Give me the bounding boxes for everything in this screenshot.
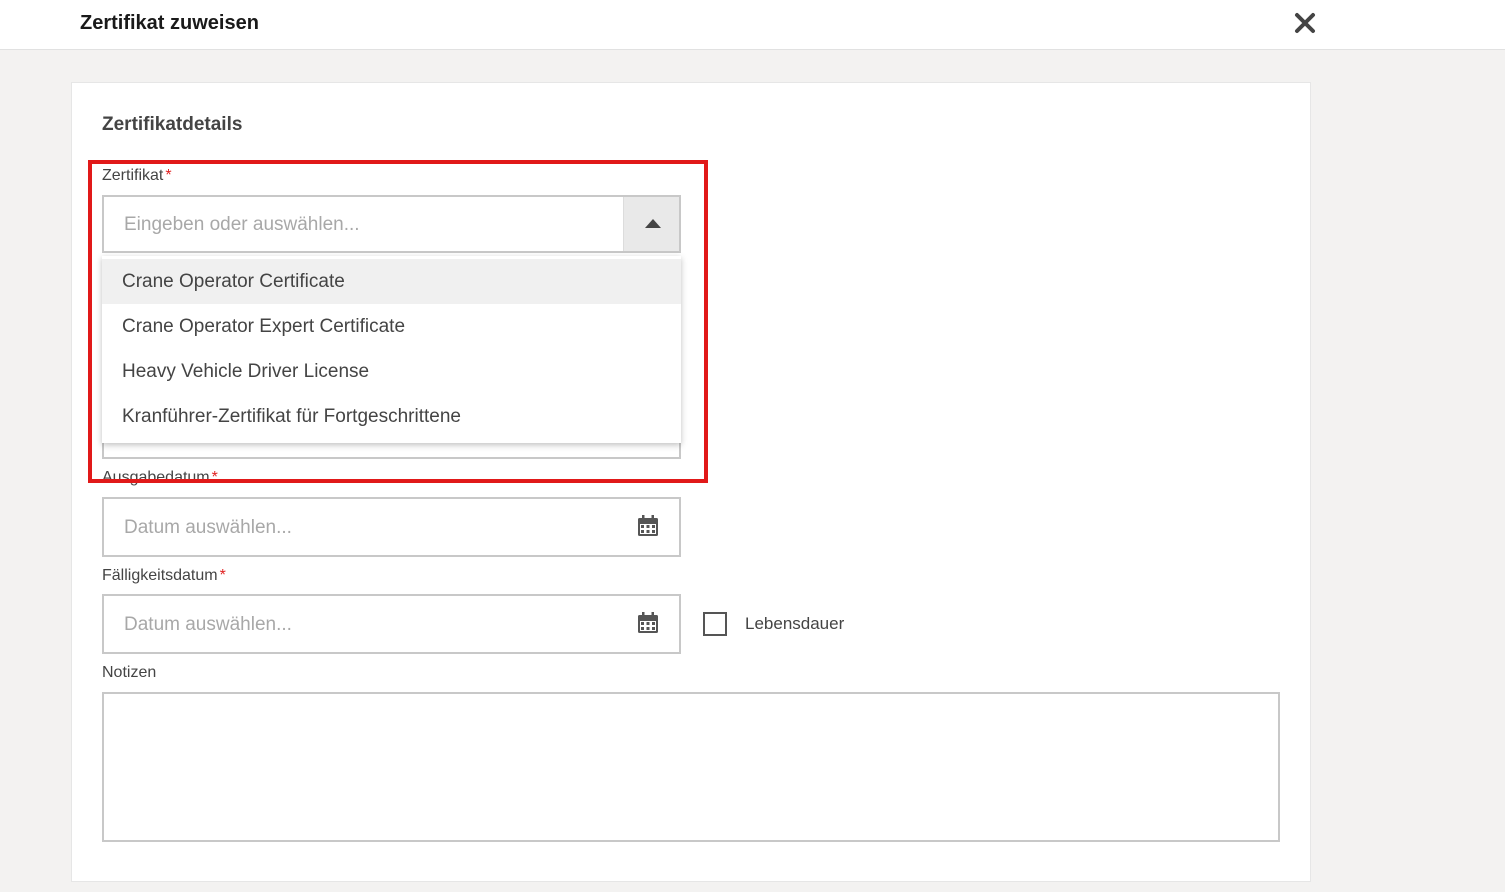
- dialog-header: Zertifikat zuweisen: [0, 0, 1505, 50]
- close-button[interactable]: [1292, 10, 1318, 36]
- dropdown-option[interactable]: Crane Operator Expert Certificate: [102, 304, 681, 349]
- issue-date-label: Ausgabedatum *: [102, 469, 218, 486]
- notes-textarea[interactable]: [102, 692, 1280, 842]
- required-mark: *: [211, 469, 218, 486]
- calendar-icon[interactable]: [637, 515, 659, 537]
- lifetime-label: Lebensdauer: [745, 614, 845, 633]
- lifetime-checkbox[interactable]: [703, 612, 727, 636]
- notes-label: Notizen: [102, 664, 157, 681]
- certificate-placeholder: Eingeben oder auswählen...: [124, 214, 360, 235]
- required-mark: *: [165, 167, 172, 184]
- calendar-icon[interactable]: [637, 612, 659, 634]
- dialog-title: Zertifikat zuweisen: [80, 12, 259, 34]
- certificate-label: Zertifikat *: [102, 167, 172, 184]
- close-icon: [1295, 13, 1315, 33]
- certificate-combobox[interactable]: Eingeben oder auswählen...: [102, 195, 681, 253]
- required-mark: *: [219, 567, 226, 584]
- issue-date-placeholder: Datum auswählen...: [124, 517, 292, 538]
- dropdown-option[interactable]: Crane Operator Certificate: [102, 259, 681, 304]
- caret-up-icon: [645, 219, 661, 228]
- section-title: Zertifikatdetails: [102, 114, 243, 135]
- dropdown-option[interactable]: Heavy Vehicle Driver License: [102, 349, 681, 394]
- due-date-input[interactable]: Datum auswählen...: [102, 594, 681, 654]
- due-date-label: Fälligkeitsdatum *: [102, 567, 226, 584]
- certificate-dropdown-list: Crane Operator Certificate Crane Operato…: [102, 256, 681, 443]
- due-date-placeholder: Datum auswählen...: [124, 614, 292, 635]
- certificate-dropdown-toggle[interactable]: [623, 197, 679, 251]
- dropdown-option[interactable]: Kranführer-Zertifikat für Fortgeschritte…: [102, 394, 681, 439]
- issue-date-input[interactable]: Datum auswählen...: [102, 497, 681, 557]
